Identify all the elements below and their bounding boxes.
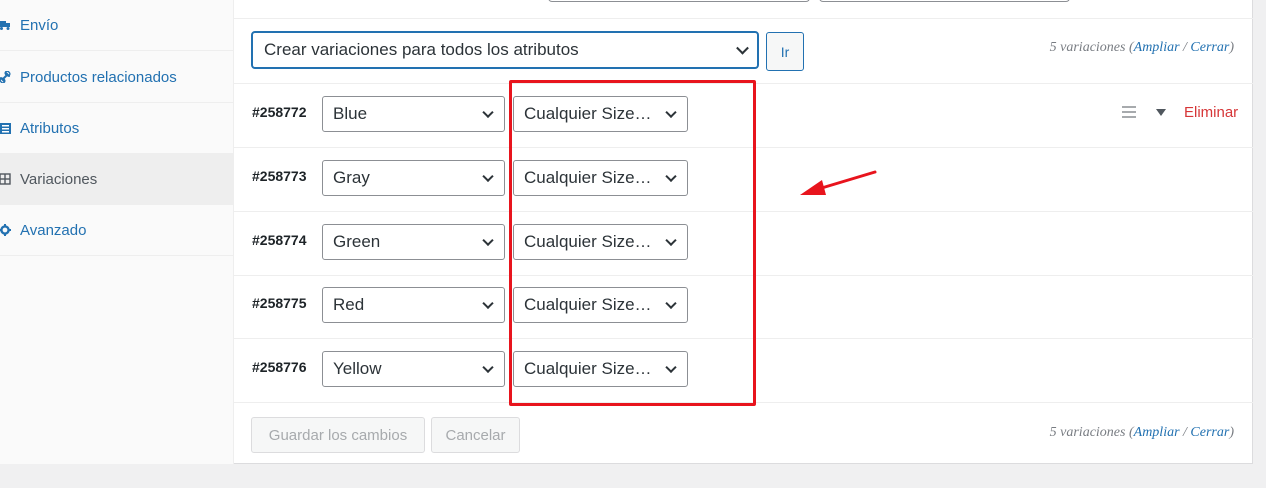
annotation-arrow xyxy=(800,170,877,195)
